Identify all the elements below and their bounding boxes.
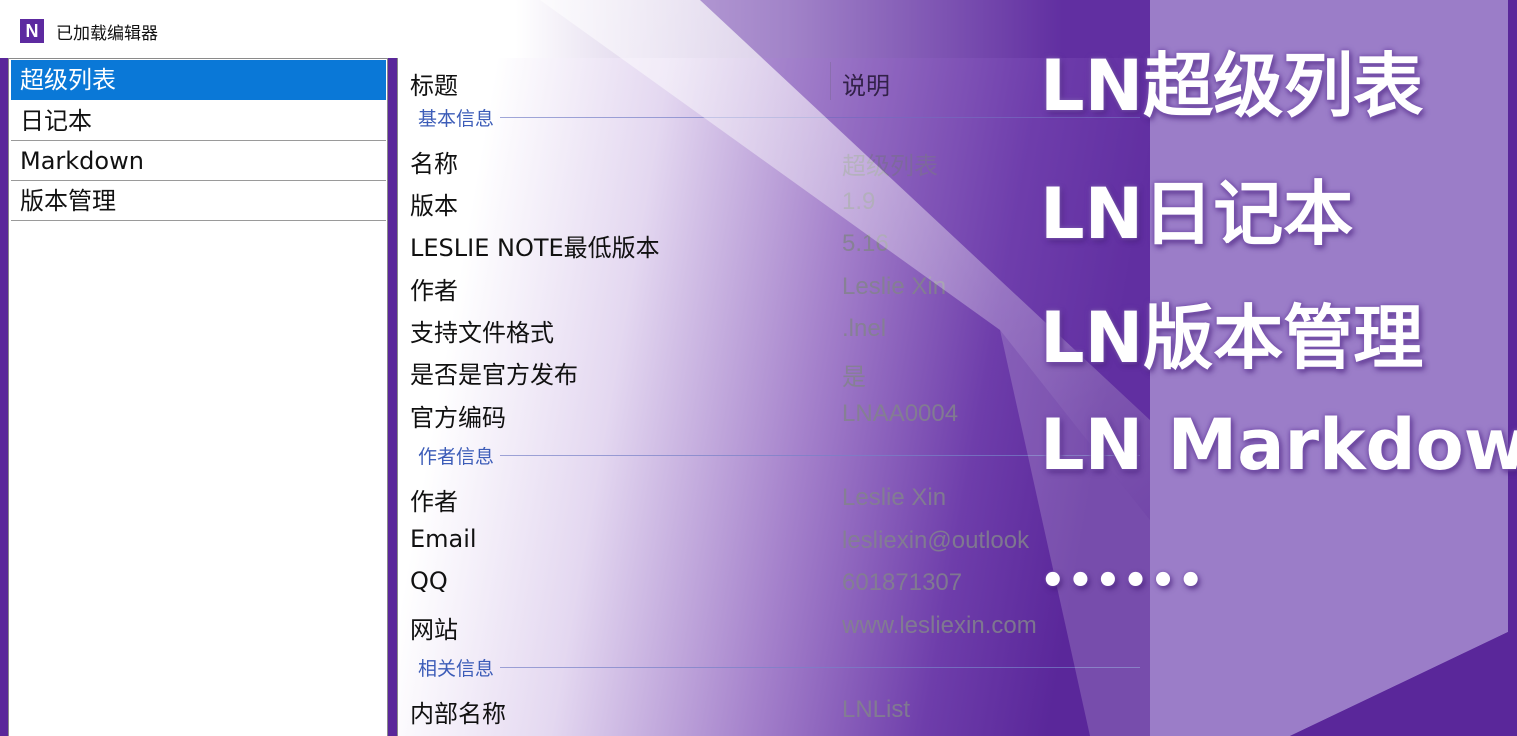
property-value[interactable]: 超级列表	[842, 146, 938, 181]
group-basic-info: 基本信息	[418, 108, 495, 130]
property-name[interactable]: LESLIE NOTE最低版本	[410, 228, 660, 263]
promo-ellipsis: ••••••	[1040, 558, 1206, 604]
header-title[interactable]: 标题	[410, 66, 458, 101]
property-value[interactable]: LNList	[842, 696, 910, 724]
property-value[interactable]: 是	[842, 357, 866, 392]
property-value[interactable]: 5.16	[842, 230, 889, 258]
property-value[interactable]: lesliexin@outlook	[842, 527, 1029, 555]
header-column-divider[interactable]	[830, 62, 831, 100]
property-name[interactable]: 作者	[410, 271, 458, 306]
promo-heading-super-list: LN超级列表	[1040, 45, 1424, 127]
property-name[interactable]: Email	[410, 525, 477, 553]
promo-heading-version-control: LN版本管理	[1040, 297, 1424, 379]
sidebar-item-markdown[interactable]: Markdown	[11, 141, 386, 181]
property-value[interactable]: .lnel	[842, 315, 886, 343]
group-divider	[500, 667, 1140, 668]
group-related-info: 相关信息	[418, 658, 495, 680]
property-value[interactable]: Leslie Xin	[842, 484, 946, 512]
property-value[interactable]: www.lesliexin.com	[842, 612, 1037, 640]
property-name[interactable]: 官方编码	[410, 398, 506, 433]
promo-heading-diary: LN日记本	[1040, 173, 1354, 255]
sidebar-item-diary[interactable]: 日记本	[11, 101, 386, 141]
group-author-info: 作者信息	[418, 446, 495, 468]
property-name[interactable]: 支持文件格式	[410, 313, 554, 348]
property-name[interactable]: 是否是官方发布	[410, 355, 578, 390]
property-name[interactable]: 作者	[410, 482, 458, 517]
property-value[interactable]: 601871307	[842, 569, 962, 597]
app-logo-icon: N	[20, 19, 44, 43]
property-name[interactable]: 内部名称	[410, 694, 506, 729]
property-name[interactable]: 版本	[410, 186, 458, 221]
window-title: 已加载编辑器	[56, 24, 158, 44]
property-name[interactable]: 名称	[410, 144, 458, 179]
property-value[interactable]: 1.9	[842, 188, 875, 216]
header-description[interactable]: 说明	[842, 66, 890, 101]
promo-heading-markdown: LN Markdown	[1040, 404, 1517, 486]
sidebar-item-super-list[interactable]: 超级列表	[11, 60, 386, 100]
property-value[interactable]: LNAA0004	[842, 400, 958, 428]
editor-list: 超级列表 日记本 Markdown 版本管理	[8, 58, 388, 736]
sidebar-item-version-control[interactable]: 版本管理	[11, 181, 386, 221]
property-value[interactable]: Leslie Xin	[842, 273, 946, 301]
property-name[interactable]: 网站	[410, 610, 458, 645]
property-name[interactable]: QQ	[410, 567, 448, 595]
